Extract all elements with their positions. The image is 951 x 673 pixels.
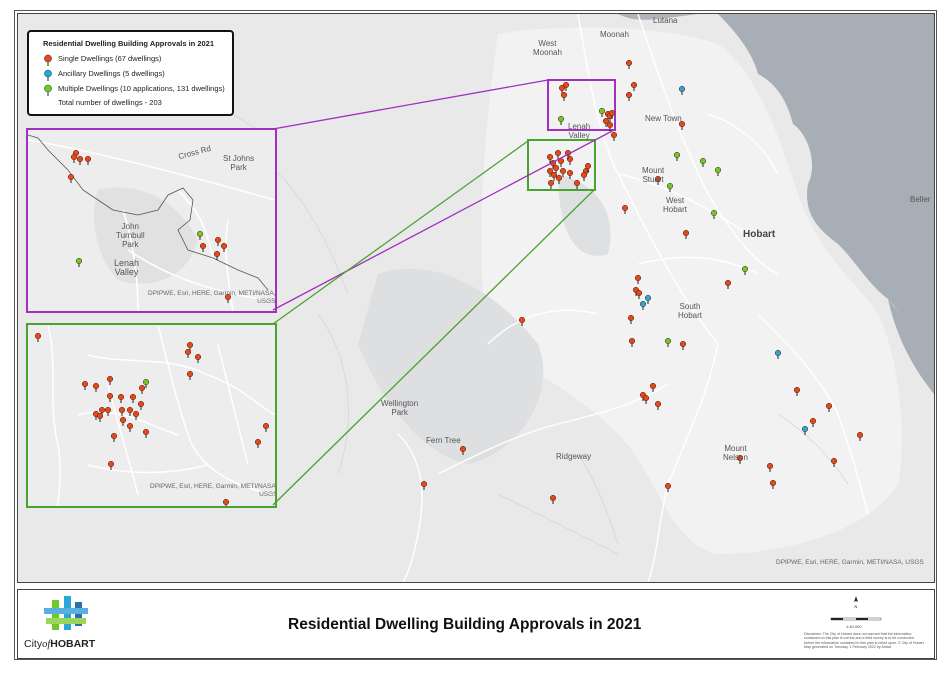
city-logo-text: CityofHOBART xyxy=(24,638,96,650)
label-ridgeway: Ridgeway xyxy=(556,452,592,461)
label-mount-stuart: Mount Stuart xyxy=(642,166,665,184)
legend-title: Residential Dwelling Building Approvals … xyxy=(43,39,215,48)
label-wellington-park: Wellington Park xyxy=(381,399,419,417)
label-west-moonah: West Moonah xyxy=(533,39,562,57)
legend-single-label: Single Dwellings (67 dwellings) xyxy=(58,54,162,63)
attribution-inset-purple: DPIPWE, Esri, HERE, Garmin, METI/NASA, U… xyxy=(148,290,276,305)
label-inset-lenah-valley: Lenah Valley xyxy=(114,258,140,277)
footer: CityofHOBART Residential Dwelling Buildi… xyxy=(17,589,935,659)
label-lenah-valley: Lenah Valley xyxy=(568,122,591,140)
inset-green-base xyxy=(28,325,275,506)
label-john-turnbull-park: John Turnbull Park xyxy=(116,222,145,249)
label-fern-tree: Fern Tree xyxy=(426,436,461,445)
scale-bar-north-arrow: N xyxy=(830,596,882,621)
label-lutana: Lutana xyxy=(653,16,678,25)
map-single-dwelling-pin[interactable] xyxy=(549,494,557,504)
legend-ancillary-label: Ancillary Dwellings (5 dwellings) xyxy=(58,69,165,78)
label-new-town: New Town xyxy=(645,114,682,123)
label-south-hobart: South Hobart xyxy=(678,302,703,320)
multiple-dwelling-pin-icon xyxy=(44,84,52,96)
city-of-hobart-logo-icon xyxy=(44,596,88,630)
label-mount-nelson: Mount Nelson xyxy=(723,444,748,462)
legend-total-label: Total number of dwellings - 203 xyxy=(58,98,162,107)
scale-text: 1:40,000 xyxy=(846,624,862,629)
label-st-johns-park: St Johns Park xyxy=(223,154,255,172)
label-bellerive: Beller xyxy=(910,195,931,204)
inset-map-lenah-valley-south[interactable]: DPIPWE, Esri, HERE, Garmin, METI/NASA, U… xyxy=(26,323,277,508)
label-moonah: Moonah xyxy=(600,30,629,39)
legend: Residential Dwelling Building Approvals … xyxy=(27,30,234,116)
disclaimer: Disclaimer: The City of Hobart does not … xyxy=(804,632,924,650)
attribution-inset-green: DPIPWE, Esri, HERE, Garmin, METI/NASA, U… xyxy=(150,483,277,498)
legend-multiple-label: Multiple Dwellings (10 applications, 131… xyxy=(58,84,225,93)
ancillary-dwelling-pin-icon xyxy=(44,69,52,81)
single-dwelling-pin-icon xyxy=(44,54,52,66)
attribution-main: DPIPWE, Esri, HERE, Garmin, METI/NASA, U… xyxy=(776,559,924,566)
inset-map-lenah-valley-north[interactable]: Cross Rd St Johns Park John Turnbull Par… xyxy=(26,128,277,313)
map-title: Residential Dwelling Building Approvals … xyxy=(288,616,642,633)
label-hobart: Hobart xyxy=(743,229,776,240)
north-label: N xyxy=(855,604,858,609)
label-west-hobart: West Hobart xyxy=(663,196,688,214)
